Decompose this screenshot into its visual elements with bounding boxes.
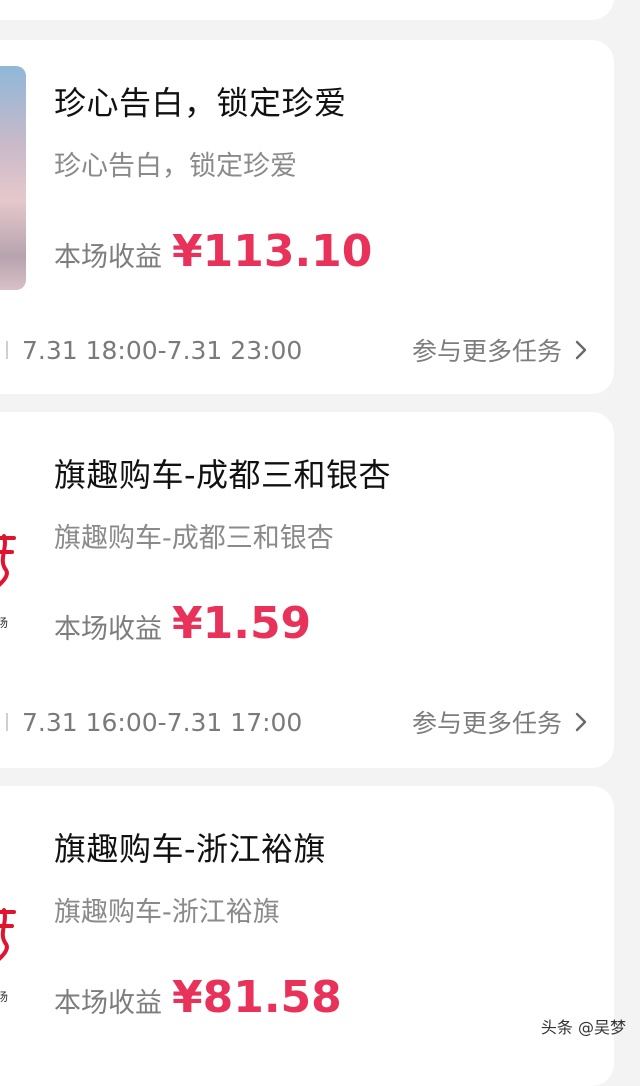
earnings-label: 本场收益	[54, 242, 162, 273]
more-tasks-label: 参与更多任务	[411, 709, 562, 738]
task-thumbnail	[0, 66, 26, 290]
separator	[6, 341, 8, 359]
task-subtitle: 旗趣购车-成都三和银杏	[54, 523, 334, 554]
task-title: 珍心告白，锁定珍爱	[54, 84, 347, 122]
more-tasks-link[interactable]: 参与更多任务	[412, 332, 588, 368]
earnings-row: 本场收益 ¥113.10	[54, 226, 372, 277]
earnings-label: 本场收益	[54, 614, 162, 645]
earnings-row: 本场收益 ¥81.58	[54, 972, 342, 1023]
separator	[6, 713, 8, 731]
task-subtitle: 珍心告白，锁定珍爱	[54, 151, 297, 182]
brand-logo-icon	[0, 908, 16, 961]
earnings-value: ¥1.59	[172, 598, 312, 649]
task-card[interactable]: 场 旗趣购车-成都三和银杏 旗趣购车-成都三和银杏 本场收益 ¥1.59 7.3…	[0, 412, 614, 768]
task-thumbnail: 场	[0, 812, 26, 1036]
earnings-value: ¥81.58	[172, 972, 342, 1023]
task-footer: 7.31 16:00-7.31 17:00 参与更多任务	[0, 704, 614, 740]
chevron-right-icon	[575, 340, 587, 360]
task-footer: 7.31 18:00-7.31 23:00 参与更多任务	[0, 332, 614, 368]
task-time-range: 7.31 18:00-7.31 23:00	[22, 335, 303, 365]
more-tasks-label: 参与更多任务	[411, 337, 562, 366]
brand-logo-icon	[0, 534, 16, 587]
task-title: 旗趣购车-浙江裕旗	[54, 830, 327, 868]
chevron-right-icon	[575, 712, 587, 732]
earnings-row: 本场收益 ¥1.59	[54, 598, 311, 649]
task-card[interactable]: 场 旗趣购车-浙江裕旗 旗趣购车-浙江裕旗 本场收益 ¥81.58	[0, 786, 614, 1086]
task-card[interactable]: 珍心告白，锁定珍爱 珍心告白，锁定珍爱 本场收益 ¥113.10 7.31 18…	[0, 40, 614, 394]
task-thumbnail: 场	[0, 438, 26, 662]
brand-logo-text: 场	[0, 616, 9, 630]
task-card-partial-top	[0, 0, 614, 20]
more-tasks-link[interactable]: 参与更多任务	[412, 704, 588, 740]
earnings-label: 本场收益	[54, 988, 162, 1019]
brand-logo-text: 场	[0, 990, 9, 1004]
earnings-value: ¥113.10	[172, 226, 373, 277]
task-time-range: 7.31 16:00-7.31 17:00	[22, 707, 303, 737]
task-title: 旗趣购车-成都三和银杏	[54, 456, 392, 494]
watermark: 头条 @吴梦	[540, 1018, 626, 1037]
task-subtitle: 旗趣购车-浙江裕旗	[54, 897, 280, 928]
